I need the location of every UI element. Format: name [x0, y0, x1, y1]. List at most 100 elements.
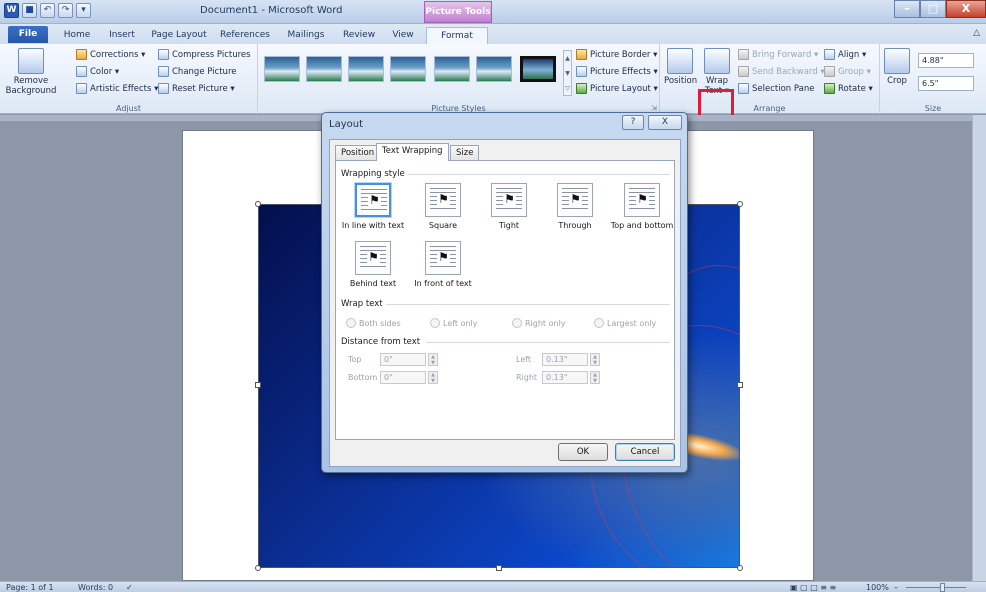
- wrap-option-top-bottom[interactable]: ⚑ Top and bottom: [610, 183, 674, 230]
- gallery-scroll-control[interactable]: ▲ ▼ ▽: [563, 50, 572, 96]
- tab-mailings[interactable]: Mailings: [281, 27, 331, 44]
- tab-review[interactable]: Review: [337, 27, 381, 44]
- tab-format[interactable]: Format: [426, 27, 488, 44]
- dialog-help-button[interactable]: ?: [622, 115, 644, 130]
- title-bar: W ■ ↶ ↷ ▾ Document1 - Microsoft Word Pic…: [0, 0, 986, 24]
- tab-size[interactable]: Size: [450, 145, 480, 161]
- resize-handle[interactable]: [737, 382, 743, 388]
- wrap-tight-icon: ⚑: [491, 183, 527, 217]
- zoom-slider-track[interactable]: [906, 587, 966, 588]
- picture-style-thumb[interactable]: [348, 56, 384, 82]
- picture-style-thumb[interactable]: [434, 56, 470, 82]
- resize-handle[interactable]: [496, 565, 502, 571]
- dialog-launcher-icon[interactable]: ⇲: [651, 104, 657, 112]
- redo-icon[interactable]: ↷: [58, 3, 73, 18]
- resize-handle[interactable]: [255, 382, 261, 388]
- adjust-group: Remove Background Corrections ▾ Color ▾ …: [0, 44, 258, 114]
- customize-qat-icon[interactable]: ▾: [76, 3, 91, 18]
- distance-top-input[interactable]: 0": [380, 353, 426, 366]
- page-count[interactable]: Page: 1 of 1: [6, 582, 54, 592]
- picture-style-thumb[interactable]: [264, 56, 300, 82]
- corrections-button[interactable]: Corrections ▾: [76, 49, 145, 60]
- resize-handle[interactable]: [255, 565, 261, 571]
- ok-button[interactable]: OK: [558, 443, 608, 461]
- remove-background-button[interactable]: Remove Background: [2, 48, 60, 96]
- wrap-option-square[interactable]: ⚑ Square: [418, 183, 468, 230]
- undo-icon[interactable]: ↶: [40, 3, 55, 18]
- picture-style-thumb[interactable]: [306, 56, 342, 82]
- zoom-out-button[interactable]: –: [894, 582, 898, 592]
- radio-largest-only[interactable]: Largest only: [594, 318, 656, 328]
- picture-border-icon: [576, 49, 587, 60]
- distance-top-spinner[interactable]: ▲ ▼: [428, 353, 438, 366]
- picture-style-thumb[interactable]: [390, 56, 426, 82]
- group-label: Group ▾: [838, 66, 871, 77]
- align-button[interactable]: Align ▾: [824, 49, 866, 60]
- view-buttons[interactable]: ▣ ▢ □ ≡ ≡: [790, 582, 836, 592]
- group-button[interactable]: Group ▾: [824, 66, 871, 77]
- distance-left-input[interactable]: 0.13": [542, 353, 588, 366]
- distance-right-input[interactable]: 0.13": [542, 371, 588, 384]
- change-picture-button[interactable]: Change Picture: [158, 66, 236, 77]
- dialog-close-button[interactable]: X: [648, 115, 682, 130]
- wrap-option-inline[interactable]: ⚑ In line with text: [340, 183, 406, 230]
- resize-handle[interactable]: [737, 201, 743, 207]
- cancel-button[interactable]: Cancel: [615, 443, 675, 461]
- change-picture-icon: [158, 66, 169, 77]
- tab-references[interactable]: References: [215, 27, 275, 44]
- radio-both-sides[interactable]: Both sides: [346, 318, 401, 328]
- tab-home[interactable]: Home: [58, 27, 96, 44]
- distance-bottom-input[interactable]: 0": [380, 371, 426, 384]
- picture-effects-button[interactable]: Picture Effects ▾: [576, 66, 658, 77]
- tab-position[interactable]: Position: [335, 145, 381, 161]
- tab-insert[interactable]: Insert: [102, 27, 142, 44]
- crop-button[interactable]: Crop: [884, 48, 910, 86]
- distance-left-spinner[interactable]: ▲ ▼: [590, 353, 600, 366]
- position-button[interactable]: Position: [664, 48, 698, 86]
- compress-pictures-button[interactable]: Compress Pictures: [158, 49, 251, 60]
- position-label: Position: [664, 76, 698, 86]
- minimize-button[interactable]: –: [894, 0, 920, 18]
- picture-style-thumb-selected[interactable]: [520, 56, 556, 82]
- rotate-button[interactable]: Rotate ▾: [824, 83, 873, 94]
- reset-picture-button[interactable]: Reset Picture ▾: [158, 83, 235, 94]
- distance-right-spinner[interactable]: ▲ ▼: [590, 371, 600, 384]
- artistic-effects-button[interactable]: Artistic Effects ▾: [76, 83, 158, 94]
- close-window-button[interactable]: X: [946, 0, 986, 18]
- vertical-scrollbar[interactable]: [972, 115, 986, 581]
- zoom-slider-thumb[interactable]: [940, 583, 945, 592]
- radio-right-only[interactable]: Right only: [512, 318, 566, 328]
- width-input[interactable]: 6.5": [918, 76, 974, 91]
- proofing-icon[interactable]: ✓: [126, 582, 133, 592]
- resize-handle[interactable]: [255, 201, 261, 207]
- distance-bottom-spinner[interactable]: ▲ ▼: [428, 371, 438, 384]
- crop-label: Crop: [887, 76, 907, 86]
- tab-page-layout[interactable]: Page Layout: [148, 27, 210, 44]
- color-button[interactable]: Color ▾: [76, 66, 119, 77]
- tab-view[interactable]: View: [386, 27, 420, 44]
- ribbon-minimize-icon[interactable]: △: [973, 28, 980, 38]
- word-logo-icon[interactable]: W: [4, 3, 19, 18]
- tab-file[interactable]: File: [8, 26, 48, 43]
- wrap-option-tight[interactable]: ⚑ Tight: [484, 183, 534, 230]
- wrap-option-behind[interactable]: ⚑ Behind text: [348, 241, 398, 288]
- tab-text-wrapping[interactable]: Text Wrapping: [376, 143, 449, 161]
- bring-forward-button[interactable]: Bring Forward ▾: [738, 49, 818, 60]
- wrap-option-through[interactable]: ⚑ Through: [550, 183, 600, 230]
- dialog-body: Position Text Wrapping Size Wrapping sty…: [329, 139, 681, 467]
- save-icon[interactable]: ■: [22, 3, 37, 18]
- picture-style-thumb[interactable]: [476, 56, 512, 82]
- picture-border-button[interactable]: Picture Border ▾: [576, 49, 657, 60]
- selection-pane-button[interactable]: Selection Pane: [738, 83, 814, 94]
- zoom-level[interactable]: 100%: [866, 582, 889, 592]
- resize-handle[interactable]: [737, 565, 743, 571]
- wrap-option-front[interactable]: ⚑ In front of text: [408, 241, 478, 288]
- picture-layout-button[interactable]: Picture Layout ▾: [576, 83, 658, 94]
- send-backward-button[interactable]: Send Backward ▾: [738, 66, 825, 77]
- maximize-button[interactable]: □: [920, 0, 946, 18]
- word-count[interactable]: Words: 0: [78, 582, 113, 592]
- wrap-top-bottom-icon: ⚑: [624, 183, 660, 217]
- radio-left-only[interactable]: Left only: [430, 318, 478, 328]
- section-divider: [408, 174, 670, 175]
- height-input[interactable]: 4.88": [918, 53, 974, 68]
